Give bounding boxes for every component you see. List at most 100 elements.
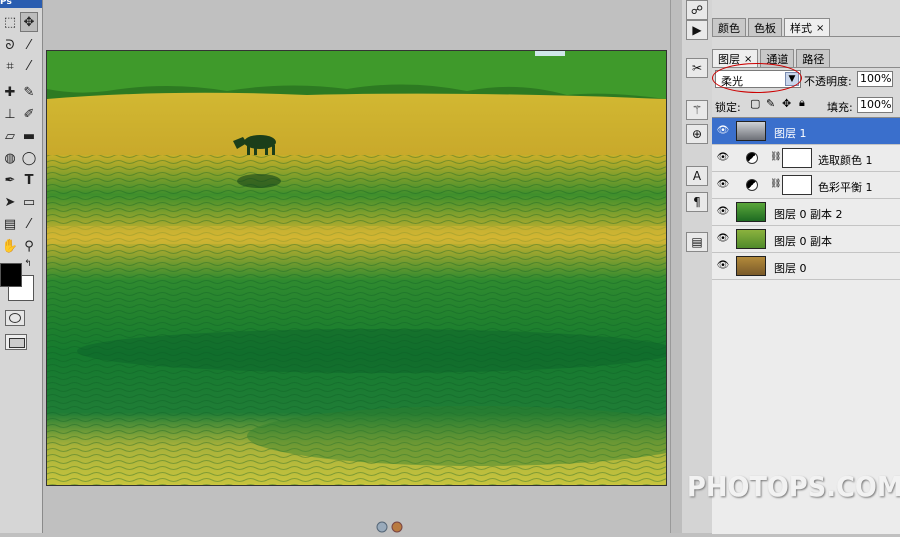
layer-name: 图层 0 副本 2 <box>774 208 843 221</box>
hand-tool-icon[interactable]: ✋ <box>1 236 19 256</box>
color-panel-tabs: 颜色 色板 样式 × <box>712 18 832 37</box>
opacity-field[interactable]: 100% <box>857 71 893 87</box>
lock-label: 锁定: <box>715 101 741 114</box>
layer-row[interactable]: 👁︎ ⛓︎ 选取颜色 1 <box>712 145 900 172</box>
eye-icon[interactable]: 👁︎ <box>716 153 730 163</box>
adjustment-layer-icon <box>746 152 758 164</box>
opacity-value: 100% <box>860 72 892 85</box>
path-selection-tool-icon[interactable]: ➤ <box>1 192 19 212</box>
layer-row[interactable]: 👁︎ 图层 1 <box>712 118 900 145</box>
toolbox-titlebar[interactable]: Ps <box>0 0 42 8</box>
pen-tool-icon[interactable]: ✒ <box>1 170 19 190</box>
toolbox: Ps ⬚ ✥ ᘐ ⁄ ⌗ ⁄ ✚ ✎ ⊥ ✐ ▱ ▬ ◍ ◯ ✒ T ➤ ▭ ▤… <box>0 0 43 533</box>
layer-mask-thumbnail <box>782 175 812 195</box>
eye-icon[interactable]: 👁︎ <box>716 234 730 244</box>
move-tool-icon[interactable]: ✥ <box>20 12 38 32</box>
fill-field[interactable]: 100% <box>857 97 893 113</box>
zoom-tool-icon[interactable]: ⚲ <box>20 236 38 256</box>
shape-tool-icon[interactable]: ▭ <box>20 192 38 212</box>
link-chain-icon: ⛓︎ <box>770 179 782 189</box>
clone-stamp-tool-icon[interactable]: ⊥ <box>1 104 19 124</box>
quick-mask-button[interactable] <box>5 310 25 326</box>
magic-wand-tool-icon[interactable]: ⁄ <box>20 35 38 55</box>
eye-icon[interactable]: 👁︎ <box>716 180 730 190</box>
tab-styles[interactable]: 样式 × <box>784 18 831 37</box>
eyedropper-tool-icon[interactable]: ⁄ <box>20 214 38 234</box>
toolbox-title: Ps <box>0 0 12 7</box>
layer-row[interactable]: 👁︎ ⛓︎ 色彩平衡 1 <box>712 172 900 199</box>
notes-tool-icon[interactable]: ▤ <box>1 214 19 234</box>
close-icon[interactable]: × <box>816 23 824 34</box>
lasso-tool-icon[interactable]: ᘐ <box>1 35 19 55</box>
quick-mask-icon <box>9 313 21 323</box>
tab-layers[interactable]: 图层 × <box>712 49 759 68</box>
opacity-label: 不透明度: <box>804 75 852 88</box>
eye-icon[interactable]: 👁︎ <box>716 207 730 217</box>
layer-comps-icon[interactable]: ▤ <box>686 232 708 252</box>
tools-preset-icon[interactable]: ✂ <box>686 58 708 78</box>
layer-row[interactable]: 👁︎ 图层 0 副本 <box>712 226 900 253</box>
actions-icon[interactable]: ▶ <box>686 20 708 40</box>
layer-thumbnail <box>736 121 766 141</box>
eraser-tool-icon[interactable]: ▱ <box>1 126 19 146</box>
layer-name: 图层 1 <box>774 127 807 140</box>
tab-label: 色板 <box>754 22 776 35</box>
clone-source-icon[interactable]: ⊕ <box>686 124 708 144</box>
layer-thumbnail <box>736 256 766 276</box>
lock-position-icon[interactable]: ✥ <box>782 97 791 110</box>
character-icon[interactable]: A <box>686 166 708 186</box>
close-icon[interactable]: × <box>744 54 752 65</box>
link-chain-icon: ⛓︎ <box>770 152 782 162</box>
crop-tool-icon[interactable]: ⌗ <box>1 56 19 76</box>
fill-value: 100% <box>860 98 892 111</box>
eye-icon[interactable]: 👁︎ <box>716 126 730 136</box>
swap-colors-icon[interactable]: ↰ <box>22 258 34 270</box>
tab-channels[interactable]: 通道 <box>760 49 795 68</box>
divider <box>712 36 900 37</box>
slice-tool-icon[interactable]: ⁄ <box>20 56 38 76</box>
dodge-tool-icon[interactable]: ◯ <box>20 148 38 168</box>
paragraph-icon[interactable]: ¶ <box>686 192 708 212</box>
screen-mode-icon <box>9 338 25 348</box>
layer-thumbnail <box>736 202 766 222</box>
layer-row[interactable]: 👁︎ 图层 0 副本 2 <box>712 199 900 226</box>
layer-name: 图层 0 副本 <box>774 235 832 248</box>
panels: 颜色 色板 样式 × 图层 × 通道 路径 柔光 ▼ 不透明度: 100% 锁定: … <box>712 0 900 534</box>
blend-mode-select[interactable]: 柔光 ▼ <box>715 70 801 88</box>
tab-label: 路径 <box>802 53 825 66</box>
lock-pixels-icon[interactable]: ✎ <box>766 97 775 110</box>
tab-color[interactable]: 颜色 <box>712 18 746 37</box>
foreground-color-swatch[interactable] <box>0 263 22 287</box>
healing-brush-tool-icon[interactable]: ✚ <box>1 82 19 102</box>
layer-name: 图层 0 <box>774 262 807 275</box>
layer-name: 色彩平衡 1 <box>818 181 873 194</box>
status-icons <box>375 520 409 537</box>
document-area <box>43 0 682 533</box>
layers-panel-tabs: 图层 × 通道 路径 <box>712 49 832 68</box>
layer-name: 选取颜色 1 <box>818 154 873 167</box>
brushes-icon[interactable]: ⚚ <box>686 100 708 120</box>
document-canvas[interactable] <box>46 50 667 486</box>
fill-label: 填充: <box>827 101 853 114</box>
brush-tool-icon[interactable]: ✎ <box>20 82 38 102</box>
chevron-down-icon[interactable]: ▼ <box>785 72 799 86</box>
gradient-tool-icon[interactable]: ▬ <box>20 126 38 146</box>
lock-all-icon[interactable]: 🔒︎ <box>799 96 805 110</box>
screen-mode-button[interactable] <box>5 334 27 350</box>
marquee-tool-icon[interactable]: ⬚ <box>1 12 19 32</box>
tab-label: 颜色 <box>718 22 740 35</box>
layer-mask-thumbnail <box>782 148 812 168</box>
history-brush-tool-icon[interactable]: ✐ <box>20 104 38 124</box>
blur-tool-icon[interactable]: ◍ <box>1 148 19 168</box>
tab-label: 样式 <box>790 22 812 35</box>
tab-label: 图层 <box>718 53 740 66</box>
tab-paths[interactable]: 路径 <box>796 49 831 68</box>
type-tool-icon[interactable]: T <box>20 170 38 190</box>
eye-icon[interactable]: 👁︎ <box>716 261 730 271</box>
panel-dock-strip: ☍ ▶ ✂ ⚚ ⊕ A ¶ ▤ <box>682 0 712 533</box>
lock-transparency-icon[interactable]: ▢ <box>750 97 760 110</box>
navigator-icon[interactable]: ☍ <box>686 0 708 20</box>
watermark-text: PHOTOPS.COM <box>687 470 900 503</box>
tab-swatches[interactable]: 色板 <box>748 18 782 37</box>
layer-row[interactable]: 👁︎ 图层 0 <box>712 253 900 280</box>
